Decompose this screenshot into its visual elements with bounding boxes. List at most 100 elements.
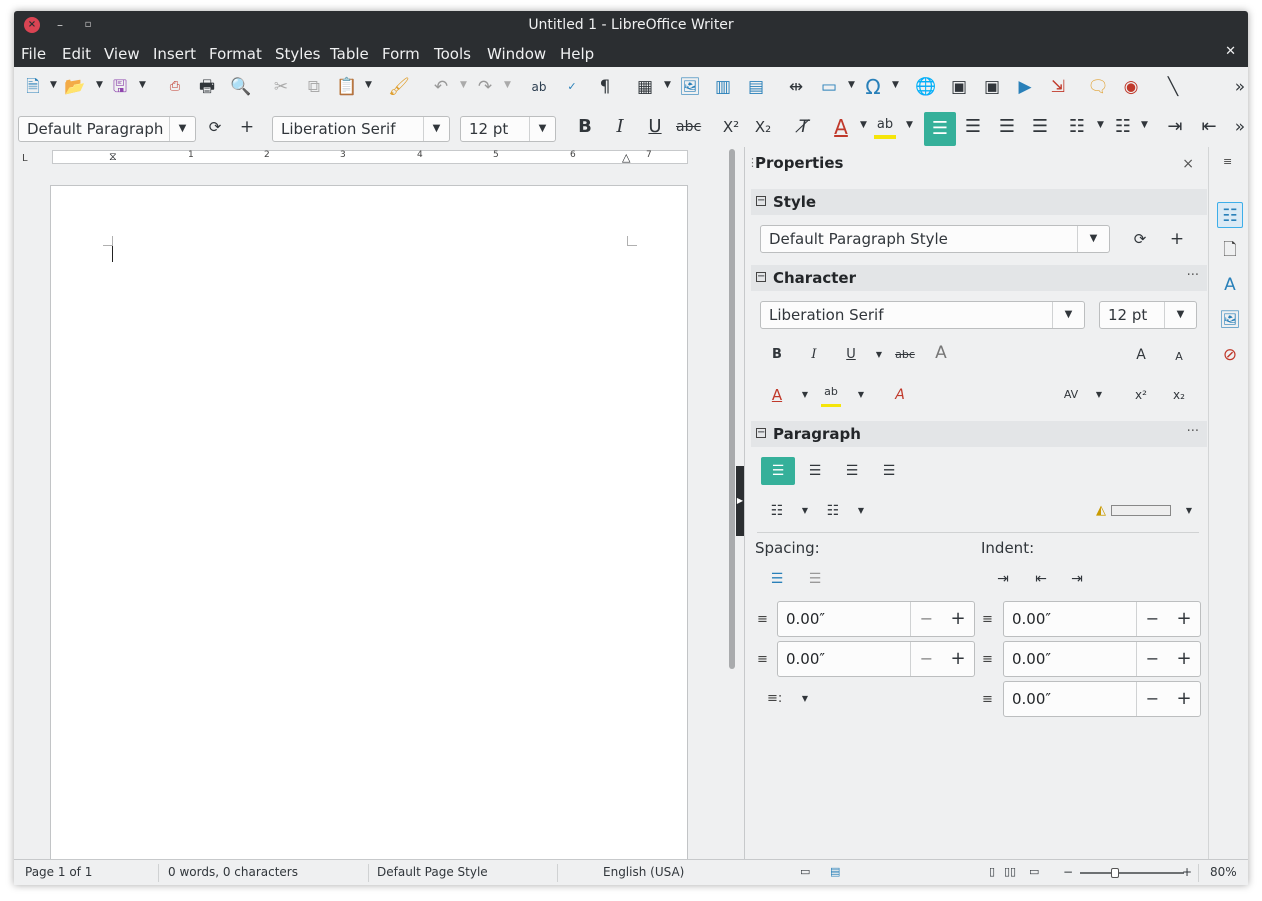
bullet-list-icon[interactable]: ☷	[1066, 115, 1088, 139]
bookmark-icon[interactable]: ▶	[1014, 75, 1036, 99]
menu-tools[interactable]: Tools	[434, 45, 471, 63]
sidebar-align-center-button[interactable]: ☰	[805, 459, 825, 483]
numbered-dropdown-icon[interactable]: ▼	[1141, 120, 1148, 130]
italic-button[interactable]: I	[609, 115, 631, 139]
below-spacing-value[interactable]: 0.00″	[786, 650, 825, 668]
chevron-down-icon[interactable]: ▼	[423, 117, 449, 141]
new-document-icon[interactable]: 🗎	[22, 75, 44, 99]
zoom-in-button[interactable]: +	[1182, 865, 1192, 879]
collapse-icon[interactable]: −	[756, 428, 766, 438]
numbered-list-icon[interactable]: ☷	[1112, 115, 1134, 139]
line-spacing-dropdown-icon[interactable]: ▼	[795, 687, 815, 711]
highlight-dropdown-icon[interactable]: ▼	[906, 120, 913, 130]
before-indent-spinbox[interactable]: 0.00″ − +	[1003, 601, 1201, 637]
font-color-dropdown-icon[interactable]: ▼	[795, 383, 815, 407]
field-dropdown-icon[interactable]: ▼	[848, 80, 855, 90]
hanging-indent-icon[interactable]: ⇥	[1067, 567, 1087, 591]
close-sidebar-icon[interactable]: ×	[1182, 156, 1194, 172]
spelling-icon[interactable]: ✓	[561, 75, 583, 99]
font-color-dropdown-icon[interactable]: ▼	[860, 120, 867, 130]
collapse-icon[interactable]: −	[756, 272, 766, 282]
first-line-indent-spinbox[interactable]: 0.00″ − +	[1003, 681, 1201, 717]
tab-stop-selector[interactable]: L	[22, 153, 28, 164]
page-break-icon[interactable]: ⇹	[785, 75, 807, 99]
insert-mode-icon[interactable]: ▭	[800, 865, 810, 878]
update-style-icon[interactable]: ⟳	[204, 115, 226, 139]
highlight-dropdown-icon[interactable]: ▼	[851, 383, 871, 407]
hyperlink-icon[interactable]: 🌐	[915, 75, 937, 99]
decrease-indent-icon[interactable]: ⇤	[1031, 567, 1051, 591]
menu-help[interactable]: Help	[560, 45, 594, 63]
new-style-icon[interactable]: +	[1167, 227, 1187, 251]
menu-file[interactable]: File	[21, 45, 46, 63]
above-spacing-value[interactable]: 0.00″	[786, 610, 825, 628]
gallery-icon[interactable]: 🖼	[1217, 307, 1243, 333]
cut-icon[interactable]: ✂	[270, 75, 292, 99]
word-count[interactable]: 0 words, 0 characters	[168, 865, 298, 879]
superscript-button[interactable]: X²	[720, 115, 742, 139]
increase-indent-icon[interactable]: ⇥	[1164, 115, 1186, 139]
justify-button[interactable]: ☰	[1029, 115, 1051, 139]
open-icon[interactable]: 📂	[64, 75, 86, 99]
increment-button[interactable]: +	[942, 602, 974, 636]
increment-button[interactable]: +	[942, 642, 974, 676]
clone-formatting-icon[interactable]: 🖌	[388, 75, 410, 99]
zoom-slider[interactable]	[1080, 872, 1184, 874]
undo-dropdown-icon[interactable]: ▼	[460, 80, 467, 90]
book-view-icon[interactable]: ▭	[1029, 865, 1039, 878]
redo-icon[interactable]: ↷	[474, 75, 496, 99]
cross-reference-icon[interactable]: ⇲	[1047, 75, 1069, 99]
decrement-button[interactable]: −	[910, 602, 942, 636]
more-options-icon[interactable]: ···	[1187, 424, 1199, 439]
sidebar-numbered-list-icon[interactable]: ☷	[823, 499, 843, 523]
special-char-dropdown-icon[interactable]: ▼	[892, 80, 899, 90]
strikethrough-button[interactable]: abc	[676, 115, 701, 139]
print-preview-icon[interactable]: 🔍	[230, 75, 252, 99]
sidebar-clear-formatting-icon[interactable]: A	[890, 383, 910, 407]
line-spacing-icon[interactable]: ≡:	[767, 691, 782, 706]
sidebar-align-left-button[interactable]: ☰	[761, 457, 795, 485]
sidebar-strikethrough-button[interactable]: abc	[895, 343, 915, 367]
sidebar-font-color-icon[interactable]: A	[767, 383, 787, 407]
after-indent-spinbox[interactable]: 0.00″ − +	[1003, 641, 1201, 677]
character-panel-header[interactable]: − Character ···	[751, 265, 1207, 291]
close-document-button[interactable]: ✕	[1225, 44, 1236, 59]
endnote-icon[interactable]: ▣	[981, 75, 1003, 99]
zoom-level[interactable]: 80%	[1210, 865, 1237, 879]
horizontal-ruler[interactable]: 1 2 3 4 5 6 7 ⧖ △	[52, 150, 688, 164]
decrease-spacing-icon[interactable]: ☰	[805, 567, 825, 591]
insert-textbox-icon[interactable]: ▤	[745, 75, 767, 99]
track-changes-icon[interactable]: ◉	[1120, 75, 1142, 99]
highlight-color-icon[interactable]: ab	[874, 115, 896, 139]
zoom-slider-handle[interactable]	[1111, 868, 1119, 878]
right-indent-marker-icon[interactable]: △	[622, 151, 630, 164]
align-center-button[interactable]: ☰	[962, 115, 984, 139]
increase-indent-icon[interactable]: ⇥	[993, 567, 1013, 591]
open-dropdown-icon[interactable]: ▼	[96, 80, 103, 90]
insert-chart-icon[interactable]: ▥	[712, 75, 734, 99]
sidebar-menu-icon[interactable]: ≡	[1223, 155, 1232, 168]
page-count[interactable]: Page 1 of 1	[25, 865, 92, 879]
insert-field-icon[interactable]: ▭	[818, 75, 840, 99]
sidebar-underline-button[interactable]: U	[841, 343, 861, 367]
export-pdf-icon[interactable]: ⎙	[164, 75, 186, 99]
sidebar-font-name-combo[interactable]: Liberation Serif ▼	[760, 301, 1085, 329]
styles-icon[interactable]: A	[1217, 272, 1243, 298]
increase-spacing-icon[interactable]: ☰	[767, 567, 787, 591]
update-style-icon[interactable]: ⟳	[1130, 227, 1150, 251]
multi-page-view-icon[interactable]: ▯▯	[1004, 865, 1016, 878]
below-spacing-spinbox[interactable]: 0.00″ − +	[777, 641, 975, 677]
sidebar-subscript-button[interactable]: x₂	[1169, 383, 1189, 407]
underline-button[interactable]: U	[644, 115, 666, 139]
sidebar-italic-button[interactable]: I	[804, 343, 824, 367]
paragraph-background-icon[interactable]: ◭	[1091, 499, 1111, 523]
sidebar-bold-button[interactable]: B	[767, 343, 787, 367]
menu-insert[interactable]: Insert	[153, 45, 196, 63]
undo-icon[interactable]: ↶	[430, 75, 452, 99]
decrement-button[interactable]: −	[910, 642, 942, 676]
character-spacing-icon[interactable]: AV	[1061, 383, 1081, 407]
first-line-indent-value[interactable]: 0.00″	[1012, 690, 1051, 708]
scrollbar-thumb[interactable]	[729, 149, 735, 669]
new-dropdown-icon[interactable]: ▼	[50, 80, 57, 90]
clear-formatting-icon[interactable]: T̸	[793, 115, 815, 139]
